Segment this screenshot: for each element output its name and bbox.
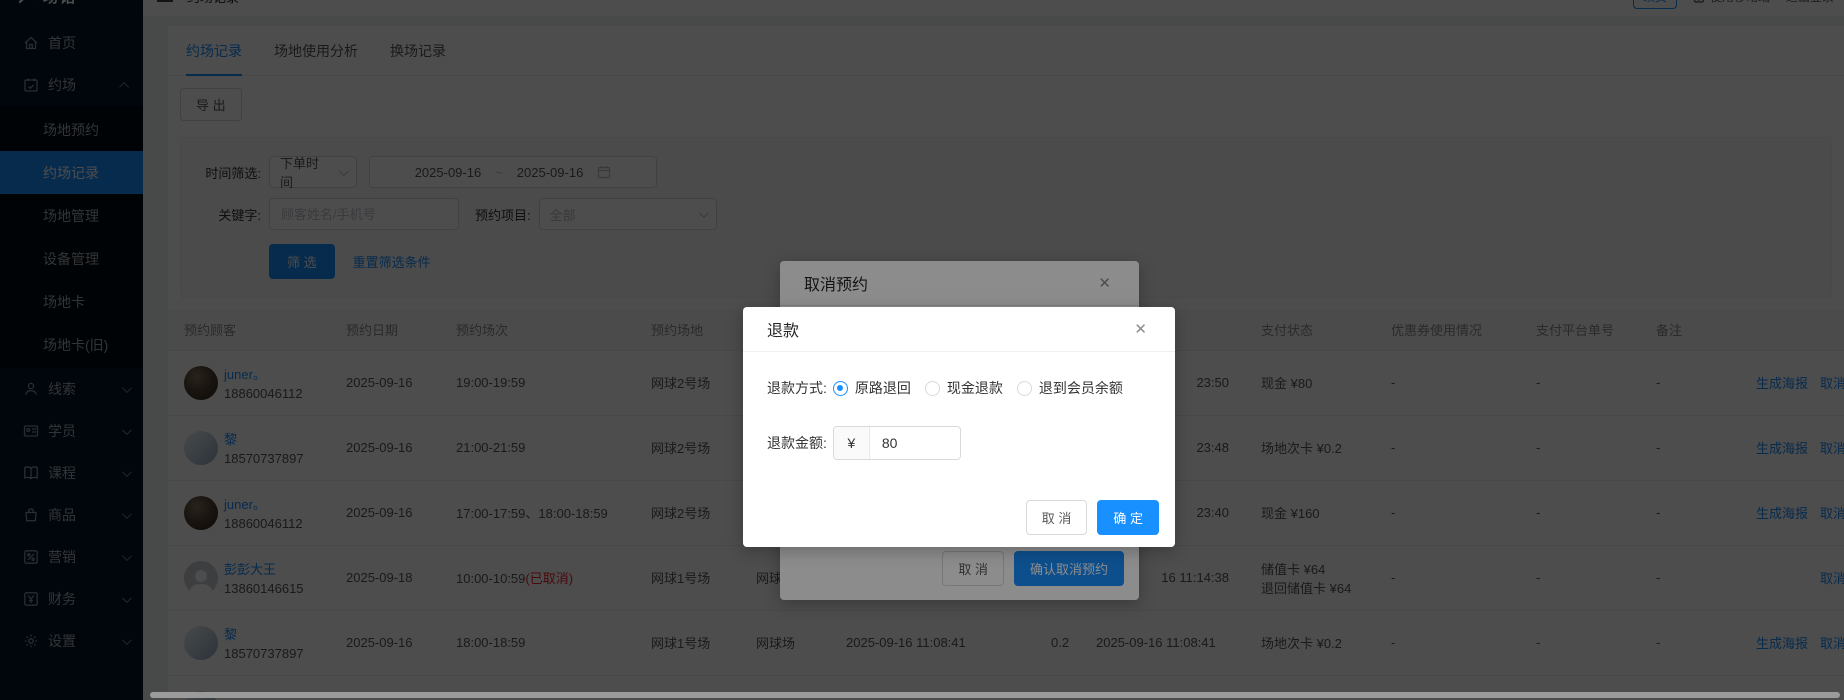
- refund-amount-label: 退款金额:: [767, 435, 827, 451]
- radio-circle-icon: [1016, 380, 1032, 396]
- close-icon[interactable]: ✕: [1130, 318, 1151, 341]
- radio-circle-icon: [924, 380, 940, 396]
- radio-label: 退到会员余额: [1038, 380, 1123, 396]
- refund-method-radio-现金退款[interactable]: 现金退款: [924, 378, 1003, 398]
- radio-circle-icon: [832, 380, 848, 396]
- refund-method-radio-原路退回[interactable]: 原路退回: [832, 378, 911, 398]
- refund-amount-input-group: ¥: [832, 426, 961, 460]
- radio-label: 原路退回: [854, 380, 911, 396]
- horizontal-scrollbar[interactable]: [150, 692, 1840, 698]
- refund-cancel-button[interactable]: 取 消: [1025, 500, 1088, 535]
- radio-label: 现金退款: [946, 380, 1003, 396]
- currency-prefix: ¥: [833, 427, 870, 459]
- refund-method-label: 退款方式:: [767, 380, 827, 396]
- refund-method-radio-group: 原路退回 现金退款 退到会员余额: [827, 378, 1123, 398]
- refund-amount-input[interactable]: [869, 427, 960, 459]
- refund-modal: 退款 ✕ 退款方式: 原路退回 现金退款 退到会员余额 退款金额: ¥ 取 消 确 …: [743, 307, 1175, 547]
- refund-confirm-button[interactable]: 确 定: [1097, 500, 1159, 535]
- refund-method-radio-退到会员余额[interactable]: 退到会员余额: [1016, 378, 1123, 398]
- refund-modal-title: 退款: [767, 323, 800, 340]
